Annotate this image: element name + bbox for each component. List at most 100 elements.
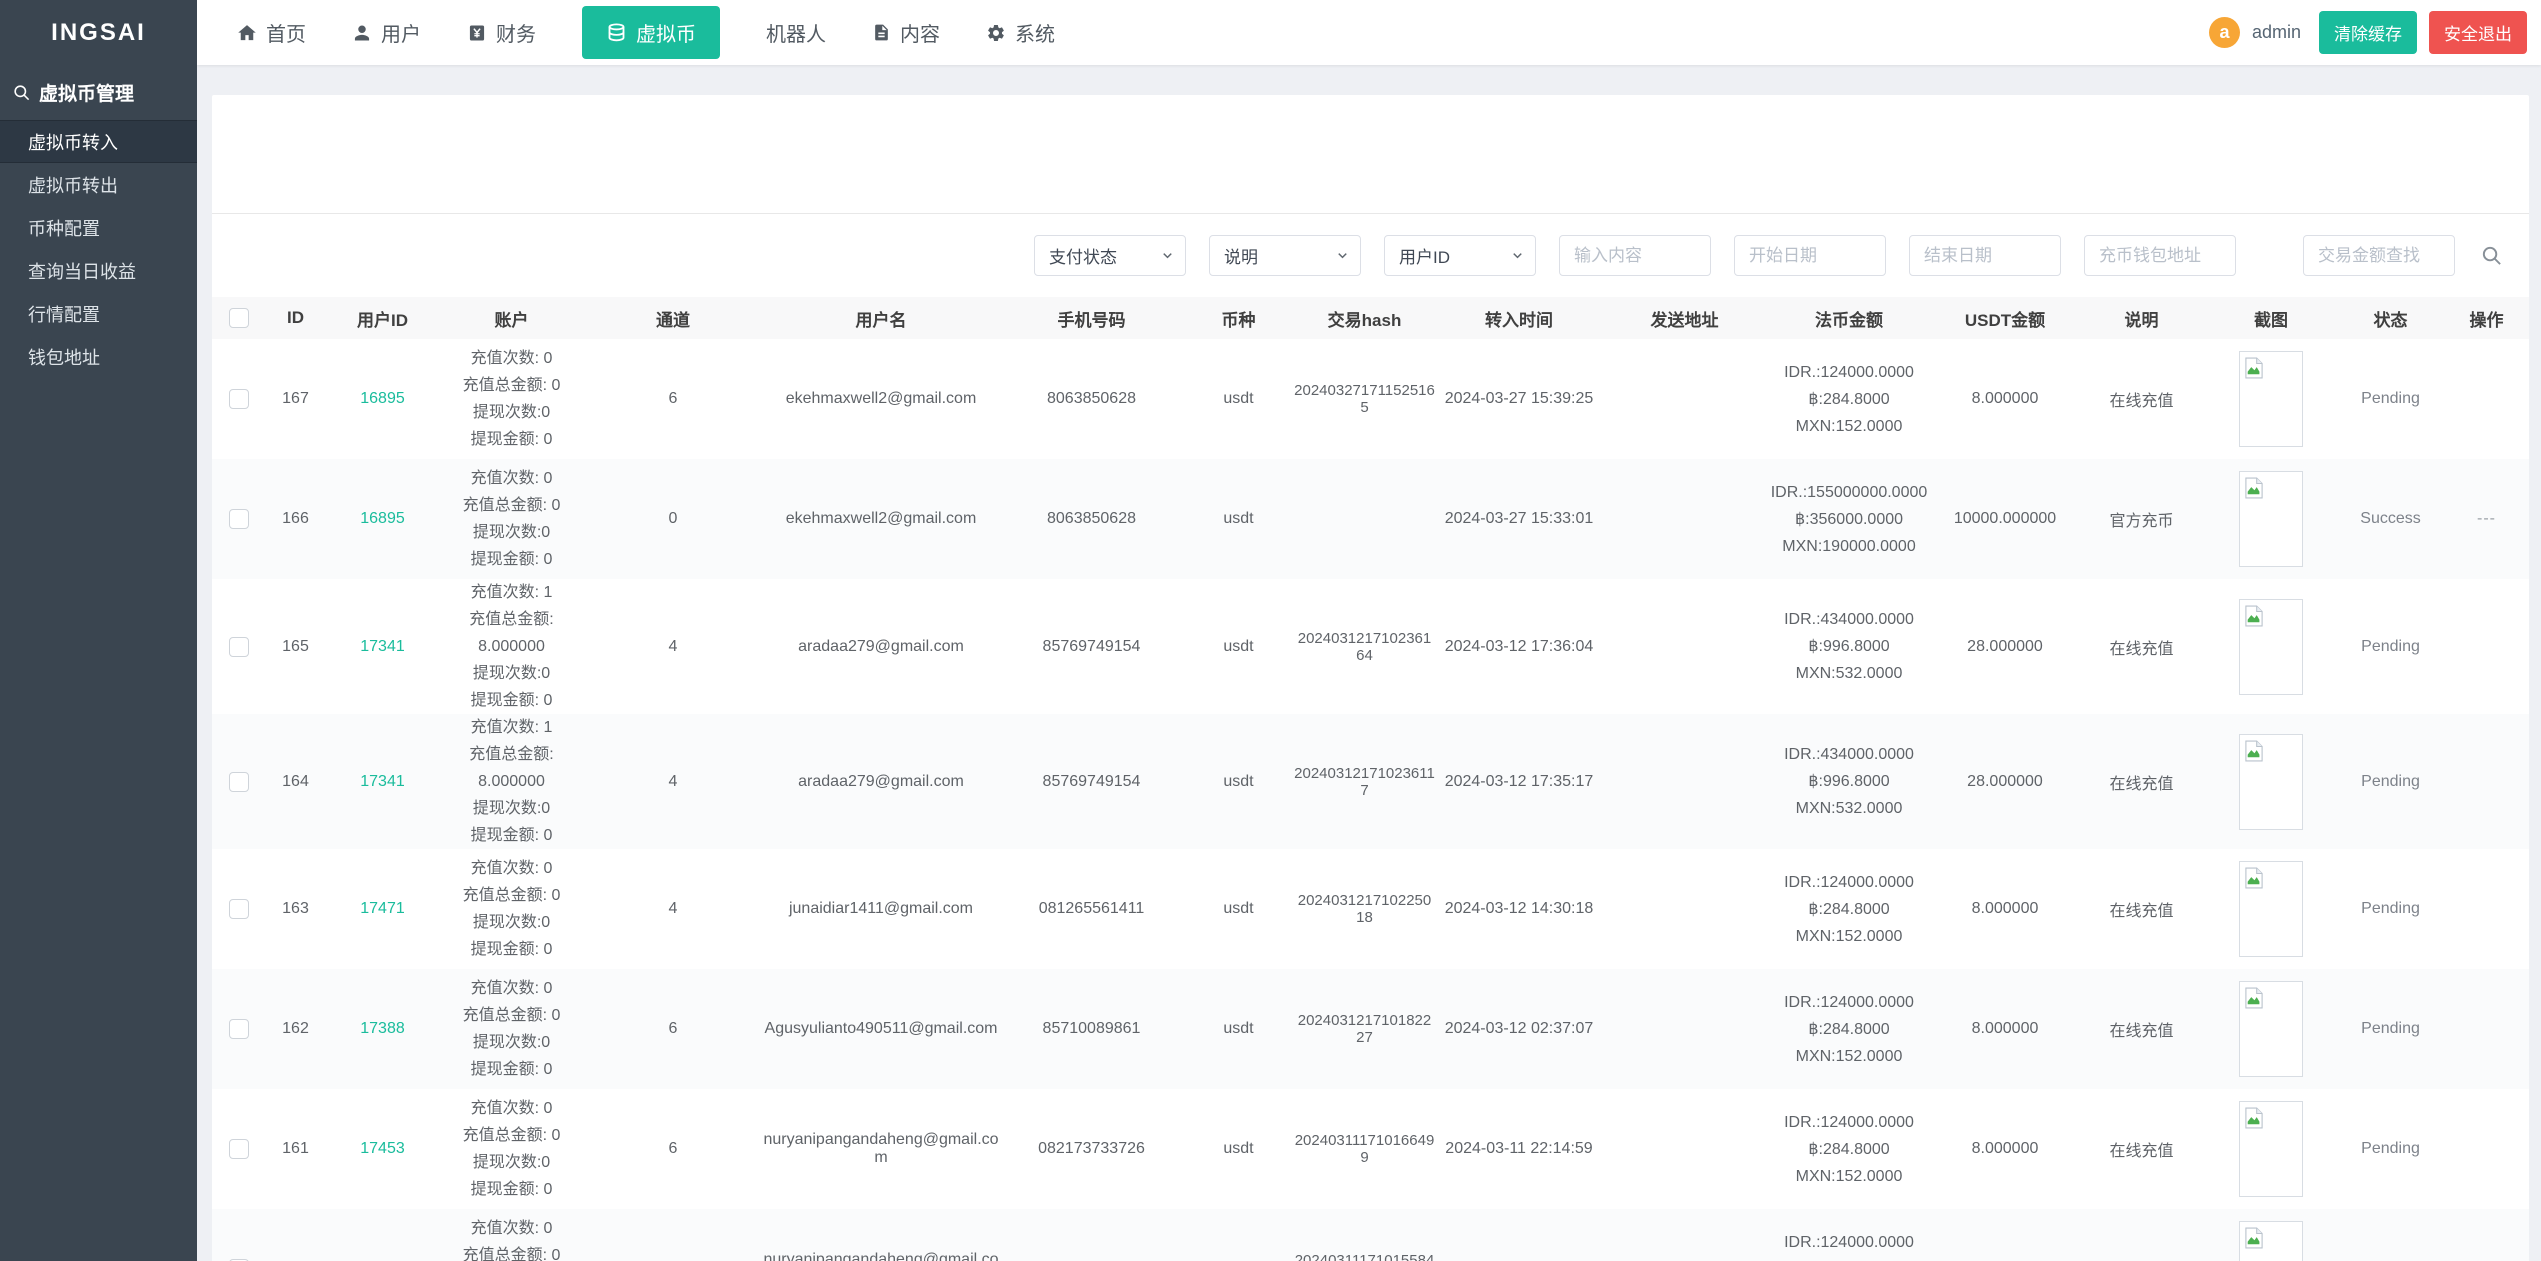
cell-username: ekehmaxwell2@gmail.com [785,510,977,527]
account-line: 提现次数:0 [472,665,551,682]
table-row: 161 17453 充值次数: 0 充值总金额: 0 提现次数:0 提现金额: 0 6 nur… [212,1089,2529,1209]
screenshot-thumbnail[interactable] [2239,981,2303,1077]
screenshot-thumbnail[interactable] [2239,471,2303,567]
amount-search-input[interactable] [2303,235,2455,276]
cell-coin: usdt [1223,510,1254,527]
account-line: 充值次数: 0 [470,1100,553,1117]
cell-usdt-amount: 10000.000000 [1953,510,2057,527]
nav-item-content[interactable]: 内容 [872,18,940,47]
search-filter-button[interactable] [2480,244,2503,267]
fiat-line: ฿:284.8000 [1808,900,1890,918]
cell-usdt-amount: 8.000000 [1971,900,2039,917]
records-table: ID 用户ID 账户 通道 用户名 手机号码 币种 交易hash 转入时间 发送地址 法币金额 USD… [212,297,2529,1261]
column-header: 转入时间 [1435,297,1603,339]
cell-channel: 6 [668,390,678,407]
sidebar-item-wallet-address[interactable]: 钱包地址 [0,335,197,378]
payment-status-select[interactable]: 支付状态 [1034,235,1186,276]
logout-button[interactable]: 安全退出 [2429,11,2527,54]
fiat-line: IDR.:124000.0000 [1784,993,1914,1011]
cell-coin: usdt [1223,900,1254,917]
cell-time: 2024-03-12 14:30:18 [1444,900,1594,917]
nav-item-home[interactable]: 首页 [237,18,306,47]
fiat-line: MXN:152.0000 [1795,927,1903,945]
cell-time: 2024-03-11 19:17:21 [1435,1209,1603,1261]
cell-channel: 6 [584,1209,762,1261]
row-checkbox[interactable] [228,509,249,529]
account-line: 提现金额: 0 [470,827,553,844]
cell-phone: 8063850628 [1047,390,1136,407]
clear-cache-button[interactable]: 清除缓存 [2319,11,2417,54]
cell-time: 2024-03-27 15:39:25 [1444,390,1594,407]
user-id-link[interactable]: 17471 [360,900,405,917]
row-checkbox[interactable] [228,636,249,657]
row-checkbox[interactable] [228,899,249,919]
column-header: 交易hash [1294,297,1435,339]
nav-item-robot[interactable]: 机器人 [766,18,826,47]
sidebar-item-market-config[interactable]: 行情配置 [0,292,197,335]
nav-item-label: 内容 [900,24,940,46]
nav-item-label: 用户 [381,24,421,46]
user-id-select[interactable]: 用户ID [1384,235,1536,276]
cell-id: 163 [282,900,309,917]
table-row: 16017453充值次数: 0充值总金额: 0提现次数:0提现金额: 06nur… [212,1209,2529,1261]
row-checkbox[interactable] [228,1139,249,1159]
cell-usdt-amount: 28.000000 [1967,772,2043,790]
column-header: 手机号码 [1000,297,1183,339]
status-badge: Pending [2361,772,2420,790]
cell-user-id: 17453 [326,1209,439,1261]
user-id-link[interactable]: 16895 [360,390,405,407]
sidebar-item-crypto-out[interactable]: 虚拟币转出 [0,163,197,206]
cell-send-address [1603,459,1766,579]
nav-item-users[interactable]: 用户 [352,18,421,47]
start-date-input[interactable] [1734,235,1886,276]
end-date-input[interactable] [1909,235,2061,276]
account-line: 充值总金额: 8.000000 [469,611,554,655]
screenshot-thumbnail[interactable] [2239,351,2303,447]
cell-usdt-amount: 8.000000 [1971,1020,2039,1037]
sidebar-item-crypto-in[interactable]: 虚拟币转入 [0,120,197,163]
screenshot-thumbnail[interactable] [2239,861,2303,957]
user-id-link[interactable]: 17388 [360,1020,405,1037]
nav-item-crypto[interactable]: 虚拟币 [582,6,720,59]
cell-usdt-amount: 28.000000 [1967,637,2043,655]
screenshot-thumbnail[interactable] [2239,1221,2303,1261]
status-badge: Success [2360,510,2421,527]
cell-remark: 在线充值 [2109,1143,2174,1160]
cell-usdt-amount: 8.000000 [1932,1209,2078,1261]
cell-status: Pending [2337,714,2444,849]
account-line: 充值总金额: 0 [462,377,561,394]
user-id-link[interactable]: 17341 [360,638,405,655]
content-card: 支付状态说明用户ID ID用户ID账户通道用户名手机号码币种交易hash转入时间… [212,95,2529,1261]
cell-send-address [1603,1089,1766,1209]
content-icon [872,23,891,42]
sidebar-item-today-profit[interactable]: 查询当日收益 [0,249,197,292]
fiat-line: MXN:190000.0000 [1782,537,1916,555]
fiat-line: ฿:996.8000 [1808,773,1890,790]
user-id-link[interactable]: 17341 [360,773,405,790]
nav-item-system[interactable]: 系统 [986,18,1055,47]
nav-item-finance[interactable]: 财务 [467,18,536,47]
screenshot-thumbnail[interactable] [2239,1101,2303,1197]
account-line: 充值总金额: 8.000000 [469,746,554,790]
keyword-input[interactable] [1559,235,1711,276]
wallet-address-input[interactable] [2084,235,2236,276]
user-id-link[interactable]: 16895 [360,510,405,527]
account-line: 充值次数: 0 [470,860,553,877]
select-all-checkbox[interactable] [228,308,249,328]
remark-select[interactable]: 说明 [1209,235,1361,276]
sidebar-item-coin-config[interactable]: 币种配置 [0,206,197,249]
screenshot-thumbnail[interactable] [2239,598,2303,695]
screenshot-thumbnail[interactable] [2239,733,2303,830]
row-checkbox[interactable] [228,1019,249,1039]
cell-phone: 85769749154 [1042,772,1141,790]
row-checkbox[interactable] [228,771,249,792]
row-checkbox[interactable] [228,389,249,409]
cell-screenshot [2205,459,2337,579]
user-id-link[interactable]: 17453 [360,1140,405,1157]
cell-screenshot [2205,714,2337,849]
cell-channel: 0 [668,510,678,527]
row-action-menu[interactable]: --- [2477,510,2496,527]
fiat-line: IDR.:155000000.0000 [1770,483,1928,501]
cell-channel: 4 [668,900,678,917]
app-logo: INGSAI [51,19,146,46]
